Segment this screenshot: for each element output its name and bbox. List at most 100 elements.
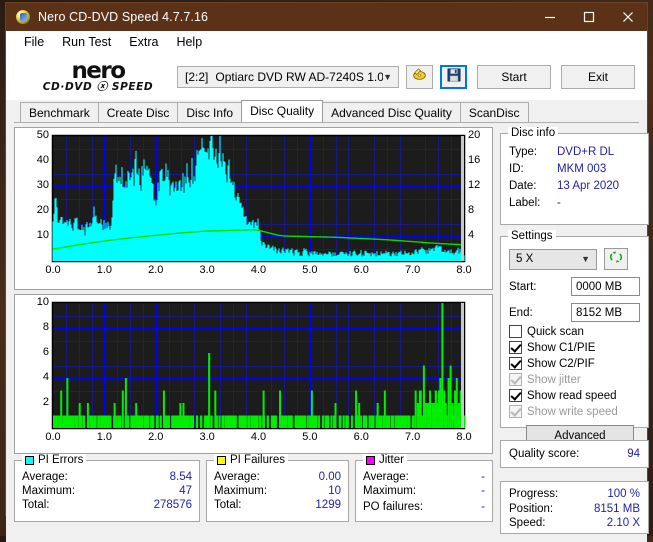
pif-chart: 2468100.01.02.03.04.05.06.07.08.0 xyxy=(14,294,493,454)
refresh-recycle-icon xyxy=(609,250,623,269)
exit-button[interactable]: Exit xyxy=(561,65,635,89)
pi-errors-maximum-value: 47 xyxy=(179,484,192,498)
window-controls xyxy=(530,3,647,31)
pie-xtick-label: 5.0 xyxy=(294,264,326,276)
tab-disc-quality[interactable]: Disc Quality xyxy=(241,100,323,122)
disc-id-row: ID: MKM 003 xyxy=(509,161,640,178)
start-mb-label: Start: xyxy=(509,281,555,293)
end-mb-row: End: 8152 MB xyxy=(509,303,640,322)
pie-xtick-label: 3.0 xyxy=(191,264,223,276)
jitter-color-swatch xyxy=(366,456,375,465)
checkbox-icon xyxy=(509,357,522,370)
pi-errors-total-label: Total: xyxy=(22,498,50,512)
pi-errors-maximum-row: Maximum: 47 xyxy=(22,484,192,498)
pif-ytick-label: 2 xyxy=(21,396,49,408)
save-button[interactable] xyxy=(440,65,467,89)
pi-errors-total-row: Total: 278576 xyxy=(22,498,192,512)
speed-label: Speed: xyxy=(509,516,545,531)
checkbox-icon xyxy=(509,341,522,354)
menu-extra[interactable]: Extra xyxy=(120,35,167,49)
disc-date-value: 13 Apr 2020 xyxy=(557,178,619,195)
checkbox-show-jitter: Show jitter xyxy=(509,373,640,386)
speed-select[interactable]: 5 X ▼ xyxy=(509,249,597,270)
settings-legend: Settings xyxy=(508,230,556,242)
checkbox-quick-scan[interactable]: Quick scan xyxy=(509,325,640,338)
jitter-average-row: Average: - xyxy=(363,470,485,484)
pif-xtick-label: 2.0 xyxy=(140,431,172,443)
progress-row: Progress: 100 % xyxy=(509,487,640,502)
start-mb-input[interactable]: 0000 MB xyxy=(571,277,640,296)
end-mb-input[interactable]: 8152 MB xyxy=(571,303,640,322)
checkbox-show-jitter-label: Show jitter xyxy=(527,374,581,386)
tab-scandisc[interactable]: ScanDisc xyxy=(460,102,529,122)
tab-benchmark[interactable]: Benchmark xyxy=(20,102,99,122)
pie-ytick-label: 30 xyxy=(21,179,49,191)
checkbox-show-read-speed[interactable]: Show read speed xyxy=(509,389,640,402)
checkbox-show-write-speed-label: Show write speed xyxy=(527,406,618,418)
maximize-icon[interactable] xyxy=(569,3,608,31)
position-label: Position: xyxy=(509,502,553,517)
pie-y2tick-label: 20 xyxy=(468,129,480,141)
pie-xtick-label: 1.0 xyxy=(88,264,120,276)
progress-box: Progress: 100 % Position: 8151 MB Speed:… xyxy=(500,481,649,534)
pie-xtick-label: 2.0 xyxy=(140,264,172,276)
pif-xtick-label: 1.0 xyxy=(88,431,120,443)
pi-errors-total-value: 278576 xyxy=(154,498,192,512)
pie-y2tick-label: 8 xyxy=(468,204,474,216)
menu-run-test[interactable]: Run Test xyxy=(53,35,120,49)
pie-y2tick-label: 4 xyxy=(468,229,474,241)
pif-xtick-label: 7.0 xyxy=(397,431,429,443)
desktop-background: Nero CD-DVD Speed 4.7.7.16 File Run Test… xyxy=(0,0,653,536)
position-row: Position: 8151 MB xyxy=(509,502,640,517)
quality-score-value: 94 xyxy=(627,448,640,460)
tab-advanced-disc-quality[interactable]: Advanced Disc Quality xyxy=(322,102,461,122)
speed-value-readout: 2.10 X xyxy=(607,516,640,531)
checkbox-show-read-speed-label: Show read speed xyxy=(527,390,617,402)
checkbox-show-c1-pie[interactable]: Show C1/PIE xyxy=(509,341,640,354)
pi-errors-color-swatch xyxy=(25,456,34,465)
start-button[interactable]: Start xyxy=(477,65,551,89)
pie-y2tick-label: 12 xyxy=(468,179,480,191)
disc-type-row: Type: DVD+R DL xyxy=(509,144,640,161)
statistics-row: PI Errors Average: 8.54 Maximum: 47 Tota… xyxy=(14,460,493,522)
toolbar: nero CD·DVD ⓧ SPEED [2:2] Optiarc DVD RW… xyxy=(6,54,647,100)
menu-file[interactable]: File xyxy=(15,35,53,49)
pi-errors-title: PI Errors xyxy=(38,454,83,466)
nero-cd-dvd-speed-window: Nero CD-DVD Speed 4.7.7.16 File Run Test… xyxy=(5,2,648,516)
end-mb-label: End: xyxy=(509,307,555,319)
pif-xtick-label: 3.0 xyxy=(191,431,223,443)
menu-help[interactable]: Help xyxy=(167,35,211,49)
refresh-button[interactable] xyxy=(604,248,628,270)
close-icon[interactable] xyxy=(608,3,647,31)
jitter-maximum-label: Maximum: xyxy=(363,484,416,498)
checkbox-show-c2-pif[interactable]: Show C2/PIF xyxy=(509,357,640,370)
pif-xtick-label: 0.0 xyxy=(37,431,69,443)
pie-ytick-label: 40 xyxy=(21,154,49,166)
pi-failures-color-swatch xyxy=(217,456,226,465)
disc-date-row: Date: 13 Apr 2020 xyxy=(509,178,640,195)
pie-xtick-label: 0.0 xyxy=(37,264,69,276)
chevron-down-icon[interactable]: ▼ xyxy=(383,72,394,82)
tab-disc-info[interactable]: Disc Info xyxy=(177,102,242,122)
minimize-icon[interactable] xyxy=(530,3,569,31)
checkbox-show-write-speed: Show write speed xyxy=(509,405,640,418)
jitter-title: Jitter xyxy=(379,454,404,466)
pi-failures-maximum-label: Maximum: xyxy=(214,484,267,498)
disc-id-label: ID: xyxy=(509,161,557,178)
pi-failures-maximum-value: 10 xyxy=(328,484,341,498)
chevron-down-icon[interactable]: ▼ xyxy=(581,254,592,264)
disc-label-row: Label: - xyxy=(509,195,640,212)
pif-xtick-label: 8.0 xyxy=(448,431,480,443)
side-panel: Disc info Type: DVD+R DL ID: MKM 003 Dat… xyxy=(500,122,649,534)
drive-select[interactable]: [2:2] Optiarc DVD RW AD-7240S 1.04 ▼ xyxy=(177,66,399,88)
disc-info-legend: Disc info xyxy=(508,127,558,139)
pi-failures-average-label: Average: xyxy=(214,470,260,484)
disc-eject-button[interactable] xyxy=(406,65,433,89)
nero-logo: nero CD·DVD ⓧ SPEED xyxy=(33,61,163,93)
tab-create-disc[interactable]: Create Disc xyxy=(98,102,179,122)
window-title: Nero CD-DVD Speed 4.7.7.16 xyxy=(38,10,208,24)
pif-xtick-label: 5.0 xyxy=(294,431,326,443)
pie-ytick-label: 10 xyxy=(21,229,49,241)
disc-id-value: MKM 003 xyxy=(557,161,606,178)
pi-failures-total-value: 1299 xyxy=(315,498,341,512)
